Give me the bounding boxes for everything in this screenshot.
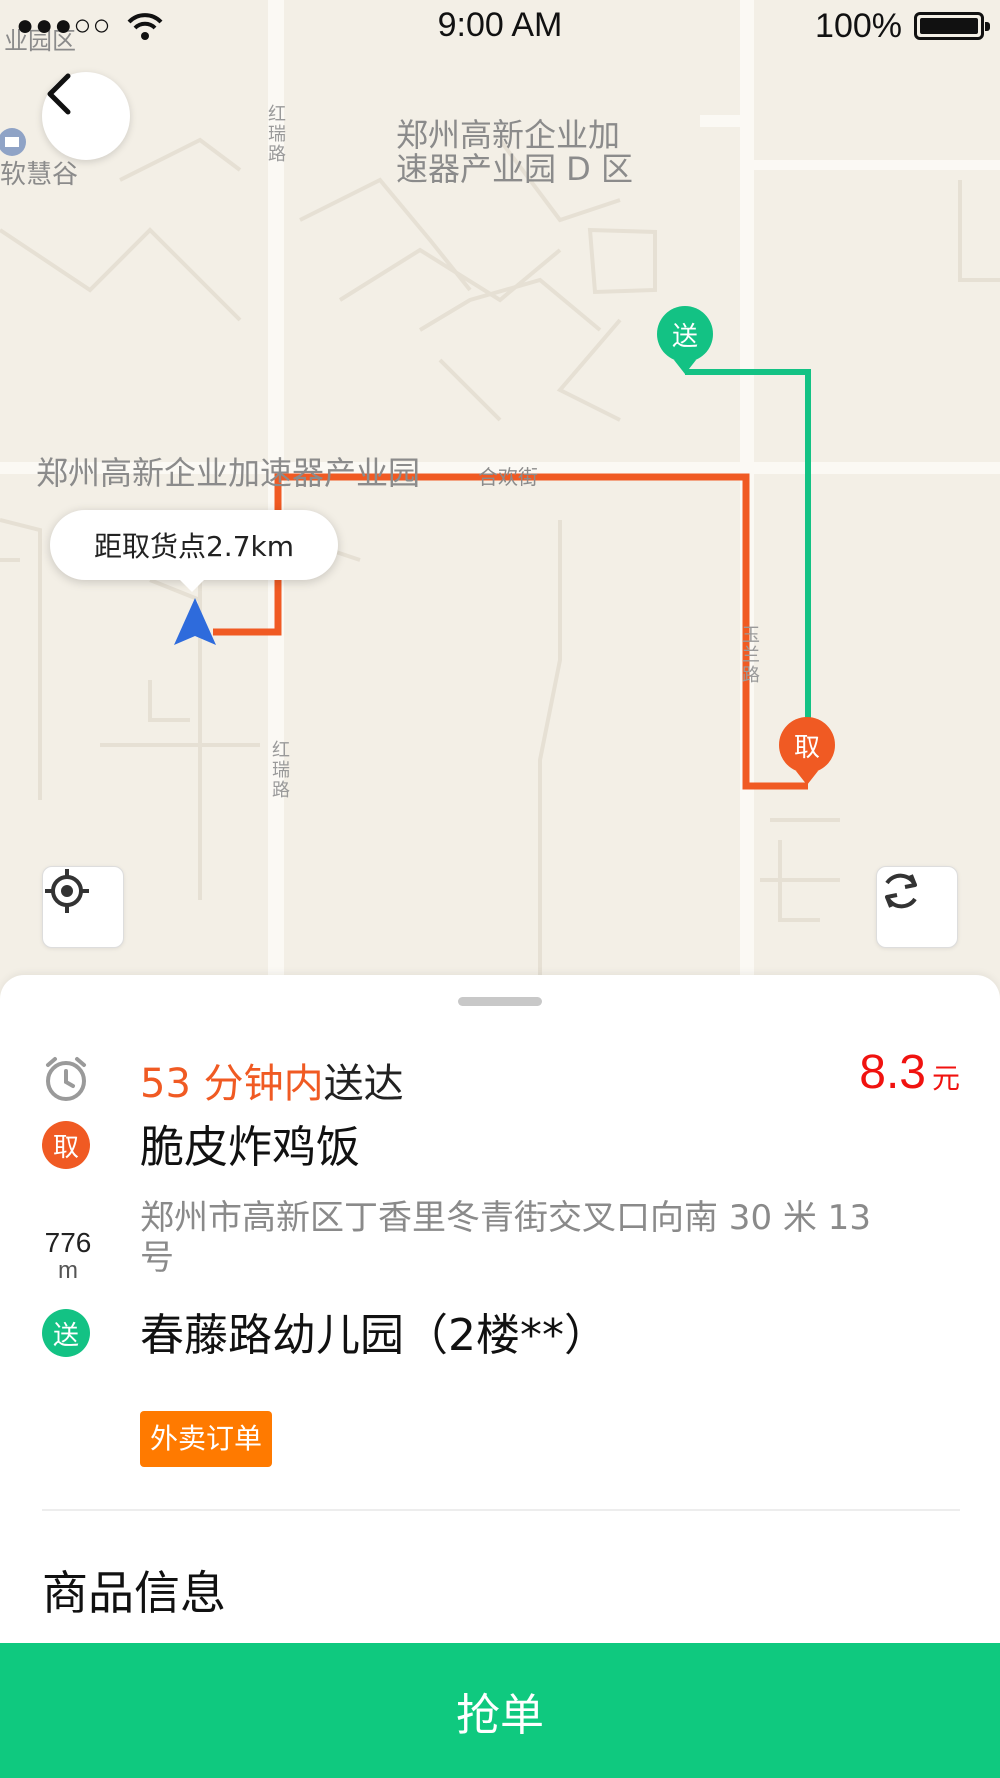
product-info-title: 商品信息 <box>42 1566 226 1620</box>
locate-button[interactable] <box>42 866 124 948</box>
price-value: 8.3 <box>859 1046 926 1099</box>
delivery-time-suffix: 送达 <box>323 1061 404 1107</box>
battery-icon <box>914 12 990 40</box>
status-bar: ●●●○○ 9:00 AM 100% <box>0 0 1000 52</box>
deliver-pin[interactable]: 送 <box>657 306 713 374</box>
deliver-badge: 送 <box>42 1309 90 1357</box>
map-view[interactable]: 业园区 软慧谷 郑州高新企业加 速器产业园 D 区 郑州高新企业加速器产业园 合… <box>0 0 1000 1000</box>
chevron-left-icon <box>47 73 71 115</box>
delivery-time-row: 53 分钟内送达 8.3 元 <box>0 1045 1000 1107</box>
order-type-tag: 外卖订单 <box>140 1411 273 1467</box>
refresh-icon <box>885 873 917 909</box>
deliver-destination-name: 春藤路幼儿园（2楼**） <box>140 1310 608 1361</box>
current-location-arrow <box>174 598 216 645</box>
pickup-store-name: 脆皮炸鸡饭 <box>140 1122 360 1173</box>
alarm-clock-icon <box>46 1057 86 1101</box>
order-price: 8.3 元 <box>859 1045 960 1100</box>
road-label-right: 玉兰路 <box>739 625 760 685</box>
delivery-time-limit: 53 分钟内 <box>140 1061 324 1107</box>
map-label-park: 郑州高新企业加速器产业园 <box>36 454 421 492</box>
map-label-street: 合欢街 <box>478 465 538 489</box>
pickup-distance-unit: m <box>58 1257 78 1284</box>
road-label-hongrui-bottom: 红瑞路 <box>269 740 290 800</box>
distance-tooltip: 距取货点2.7km <box>50 510 338 592</box>
sheet-drag-handle[interactable] <box>458 997 542 1006</box>
refresh-button[interactable] <box>876 866 958 948</box>
locate-icon <box>45 869 89 913</box>
pickup-distance-value: 776 <box>44 1227 92 1258</box>
pickup-distance: 776 m <box>40 1228 96 1284</box>
signal-indicator: ●●●○○ <box>16 9 112 42</box>
map-label-poi: 软慧谷 <box>0 160 79 190</box>
pickup-badge: 取 <box>42 1121 90 1169</box>
road-label-hongrui-top: 红瑞路 <box>265 104 286 164</box>
wifi-icon <box>127 13 163 40</box>
map-label-zone-d-line1: 郑州高新企业加 <box>396 116 621 154</box>
price-unit: 元 <box>931 1063 960 1094</box>
divider <box>42 1509 960 1511</box>
pickup-pin[interactable]: 取 <box>779 717 835 785</box>
back-button[interactable] <box>42 72 130 160</box>
battery-percent: 100% <box>815 6 902 45</box>
map-label-zone-d-line2: 速器产业园 D 区 <box>396 150 633 188</box>
pickup-address: 郑州市高新区丁香里冬青街交叉口向南 30 米 13 号 <box>140 1198 871 1278</box>
grab-order-button[interactable]: 抢单 <box>0 1643 1000 1778</box>
delivery-time-text: 53 分钟内送达 <box>140 1051 404 1109</box>
